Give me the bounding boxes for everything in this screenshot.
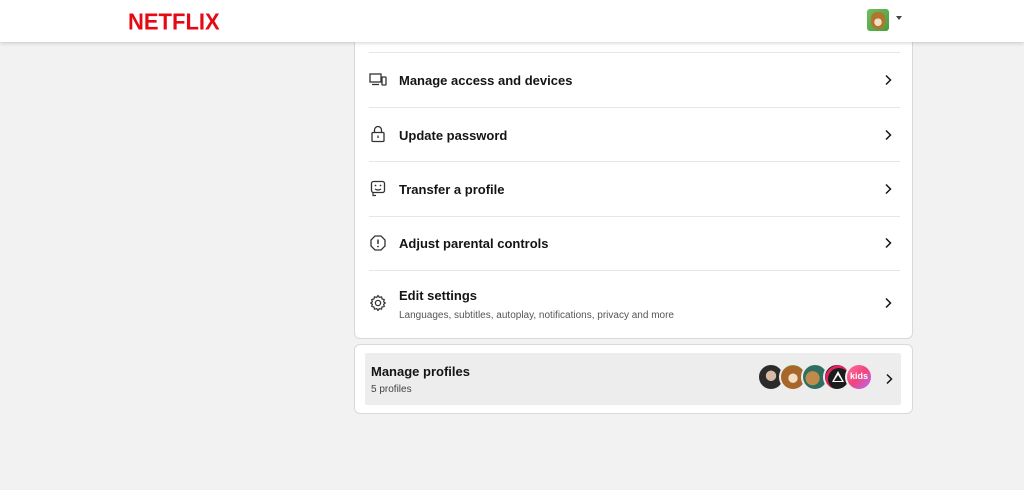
manage-access-devices-row[interactable]: Manage access and devices [369,53,900,108]
chevron-right-icon [885,183,892,195]
profile-avatars: kids [757,363,877,391]
profiles-count: 5 profiles [371,384,412,395]
chevron-right-icon [885,297,892,309]
row-label: Update password [399,128,508,143]
account-avatar[interactable] [867,9,889,31]
row-label: Manage access and devices [399,73,573,88]
update-password-row[interactable]: Update password [369,108,900,162]
top-navigation-bar: NETFLIX [0,0,1024,42]
row-sublabel: Languages, subtitles, autoplay, notifica… [399,310,674,321]
manage-profiles-title: Manage profiles [371,364,470,379]
chevron-right-icon [885,74,892,86]
chevron-right-icon [886,373,893,385]
gear-icon [370,294,386,312]
profile-avatar-kids: kids [845,363,873,391]
transfer-profile-icon [370,180,386,197]
kids-label: kids [849,371,868,381]
warning-octagon-icon [370,235,386,251]
security-settings-card: Manage access and devices Update passwor… [354,30,913,339]
manage-profiles-row[interactable]: Manage profiles 5 profiles kids [365,353,901,405]
row-label: Edit settings [399,288,478,303]
profiles-card: Manage profiles 5 profiles kids [354,344,913,414]
lock-icon [371,125,385,143]
chevron-right-icon [885,129,892,141]
devices-icon [369,73,387,86]
row-label: Transfer a profile [399,182,505,197]
caret-down-icon[interactable] [896,16,902,20]
netflix-logo[interactable]: NETFLIX [128,8,220,35]
dog-avatar-icon [871,12,885,29]
edit-settings-row[interactable]: Edit settings Languages, subtitles, auto… [369,271,900,333]
row-label: Adjust parental controls [399,236,549,251]
chevron-right-icon [885,237,892,249]
transfer-profile-row[interactable]: Transfer a profile [369,162,900,217]
parental-controls-row[interactable]: Adjust parental controls [369,217,900,271]
